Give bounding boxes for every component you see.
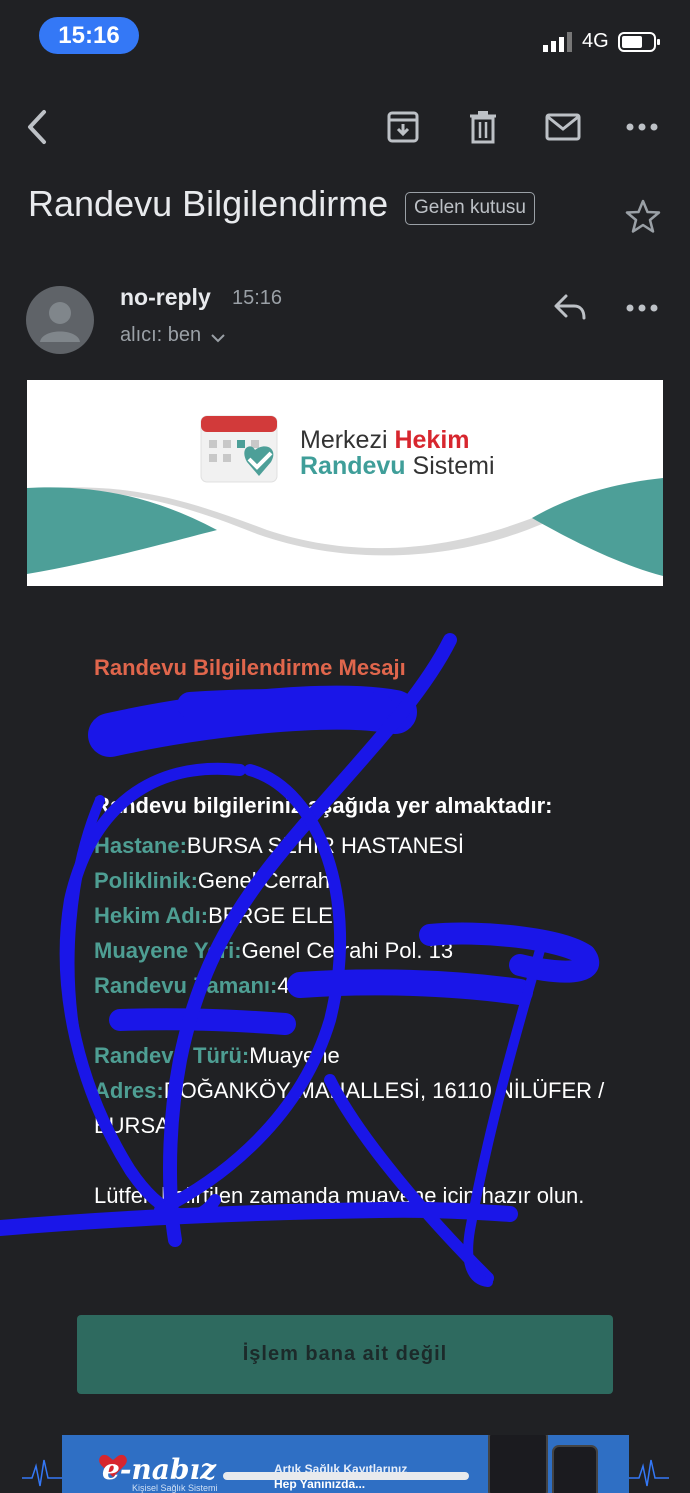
info-row-clinic: Poliklinik:Genel Cerrahi — [94, 868, 335, 893]
status-time: 15:16 — [39, 17, 139, 54]
inbox-label-chip[interactable]: Gelen kutusu — [405, 192, 535, 225]
enabiz-subtitle: Kişisel Sağlık Sistemi — [132, 1483, 218, 1493]
pulse-line-icon — [22, 1459, 62, 1487]
reply-icon[interactable] — [548, 286, 592, 330]
not-my-transaction-button[interactable]: İşlem bana ait değil — [77, 1315, 613, 1394]
mark-unread-icon[interactable] — [541, 95, 585, 159]
status-bar: 15:16 4G — [0, 0, 690, 75]
email-toolbar — [0, 95, 690, 159]
back-icon[interactable] — [15, 95, 59, 159]
archive-icon[interactable] — [381, 95, 425, 159]
brand-logo-text: Merkezi Hekim Randevu Sistemi — [300, 426, 495, 480]
more-icon[interactable] — [620, 286, 664, 330]
battery-icon — [618, 32, 660, 52]
sender-avatar — [26, 286, 94, 354]
info-row-doctor: Hekim Adı:BERGE ELE — [94, 903, 333, 928]
more-icon[interactable] — [620, 95, 664, 159]
closing-text: Lütfen belirtilen zamanda muayene için h… — [94, 1183, 585, 1208]
greeting: Sayın — [94, 723, 153, 748]
star-icon[interactable] — [622, 196, 664, 238]
person-icon — [40, 302, 80, 342]
intro-text: Randevu bilgileriniz aşağıda yer almakta… — [94, 793, 553, 818]
message-title: Randevu Bilgilendirme Mesajı — [94, 655, 406, 680]
email-subject: Randevu Bilgilendirme — [28, 183, 389, 224]
signal-icon — [543, 32, 572, 52]
sender-name: no-reply — [120, 284, 211, 310]
info-row-hospital: Hastane:BURSA ŞEHİR HASTANESİ — [94, 833, 465, 858]
info-row-location: Muayene Yeri:Genel Cerrahi Pol. 13 — [94, 938, 454, 963]
info-row-type: Randevu Türü:Muayene — [94, 1043, 340, 1068]
sender-time: 15:16 — [232, 287, 283, 309]
calendar-check-icon — [200, 415, 278, 483]
delete-icon[interactable] — [461, 95, 505, 159]
phone-mockup — [488, 1435, 548, 1493]
enabiz-logo: e-nabız — [102, 1453, 217, 1486]
chevron-down-icon[interactable] — [208, 328, 228, 348]
appointment-details: Hastane:BURSA ŞEHİR HASTANESİ Poliklinik… — [94, 828, 614, 1143]
pulse-line-icon — [629, 1459, 669, 1487]
recipient-details[interactable]: alıcı: ben — [120, 324, 201, 347]
info-row-address: Adres:DOĞANKÖY MAHALLESİ, 16110 NİLÜFER … — [94, 1078, 605, 1138]
phone-mockup — [552, 1445, 598, 1493]
wave-decoration — [27, 478, 663, 586]
info-row-time: Randevu Zamanı:45-28 — [94, 973, 334, 998]
header-banner: Merkezi Hekim Randevu Sistemi — [27, 380, 663, 586]
network-label: 4G — [582, 30, 609, 52]
home-indicator[interactable] — [223, 1472, 469, 1480]
enabiz-promo-banner[interactable]: e-nabız Kişisel Sağlık Sistemi Artık Sağ… — [62, 1435, 629, 1493]
